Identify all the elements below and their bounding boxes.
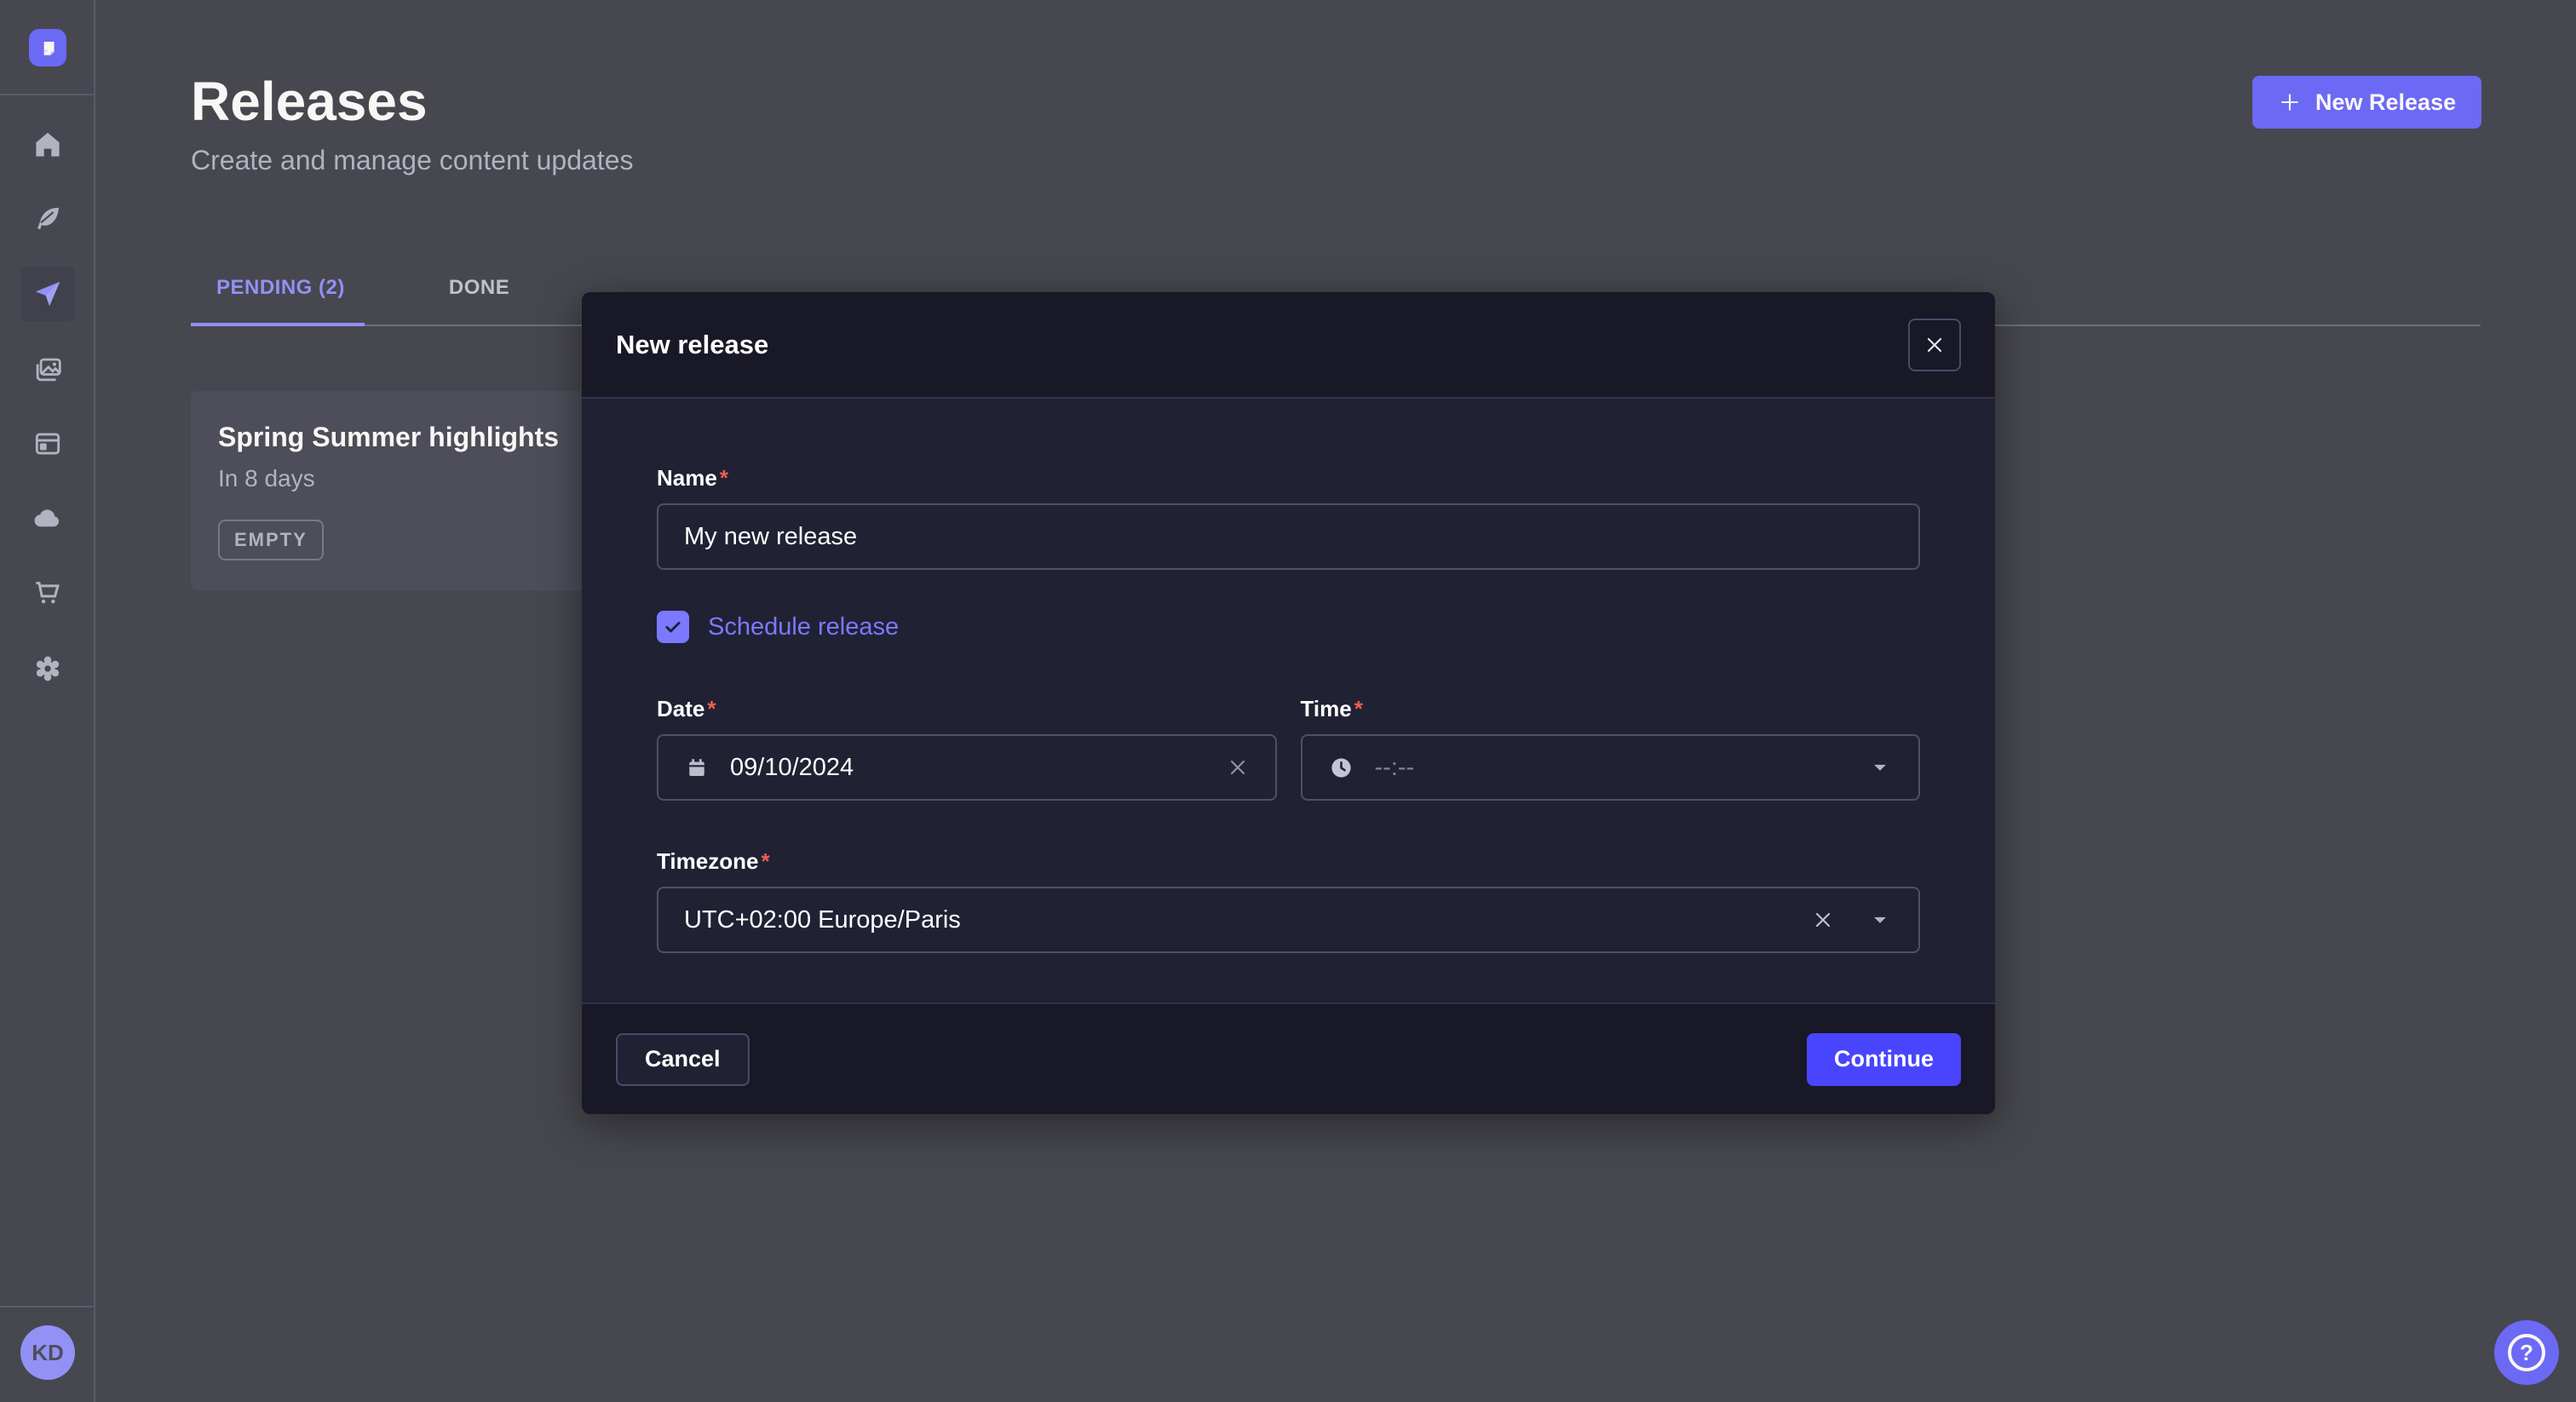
time-input-box[interactable] [1301, 734, 1921, 801]
time-field-group: Time * [1301, 696, 1921, 801]
required-asterisk: * [761, 848, 769, 875]
modal-title: New release [616, 330, 768, 360]
modal-body: Name * Schedule release Date [582, 399, 1995, 1003]
schedule-release-checkbox[interactable] [657, 611, 689, 643]
time-field-label: Time * [1301, 696, 1921, 722]
date-input-box[interactable]: 09/10/2024 [657, 734, 1277, 801]
check-icon [663, 617, 683, 637]
name-field-group: Name * [657, 465, 1920, 570]
timezone-input-box[interactable]: UTC+02:00 Europe/Paris [657, 887, 1920, 953]
clock-icon [1328, 755, 1354, 781]
timezone-field-group: Timezone * UTC+02:00 Europe/Paris [657, 848, 1920, 953]
required-asterisk: * [707, 696, 716, 722]
time-input[interactable] [1375, 754, 1848, 782]
close-icon [1923, 334, 1946, 356]
name-input-box [657, 503, 1920, 570]
date-clear-button[interactable] [1226, 756, 1250, 779]
required-asterisk: * [1354, 696, 1363, 722]
continue-button[interactable]: Continue [1807, 1033, 1961, 1086]
date-time-grid: Date * 09/10/2024 [657, 696, 1920, 801]
required-asterisk: * [720, 465, 728, 491]
timezone-dropdown-caret[interactable] [1867, 907, 1893, 933]
schedule-release-row[interactable]: Schedule release [657, 611, 1920, 643]
date-value: 09/10/2024 [730, 754, 1205, 782]
clear-x-icon [1811, 908, 1835, 932]
new-release-modal: New release Name * [582, 292, 1995, 1114]
caret-down-icon [1867, 907, 1893, 933]
modal-header: New release [582, 292, 1995, 399]
time-dropdown-caret[interactable] [1867, 755, 1893, 780]
timezone-clear-button[interactable] [1811, 908, 1835, 932]
date-field-group: Date * 09/10/2024 [657, 696, 1277, 801]
clear-x-icon [1226, 756, 1250, 779]
app-root: KD Releases Create and manage content up… [0, 0, 2576, 1402]
date-field-label: Date * [657, 696, 1277, 722]
modal-close-button[interactable] [1908, 319, 1961, 371]
schedule-release-label: Schedule release [708, 613, 899, 641]
timezone-field-label: Timezone * [657, 848, 1920, 875]
cancel-button[interactable]: Cancel [616, 1033, 750, 1086]
caret-down-icon [1867, 755, 1893, 780]
timezone-value: UTC+02:00 Europe/Paris [684, 906, 1791, 934]
name-field-label: Name * [657, 465, 1920, 491]
modal-footer: Cancel Continue [582, 1003, 1995, 1114]
name-input[interactable] [684, 523, 1893, 551]
calendar-icon [684, 755, 710, 780]
